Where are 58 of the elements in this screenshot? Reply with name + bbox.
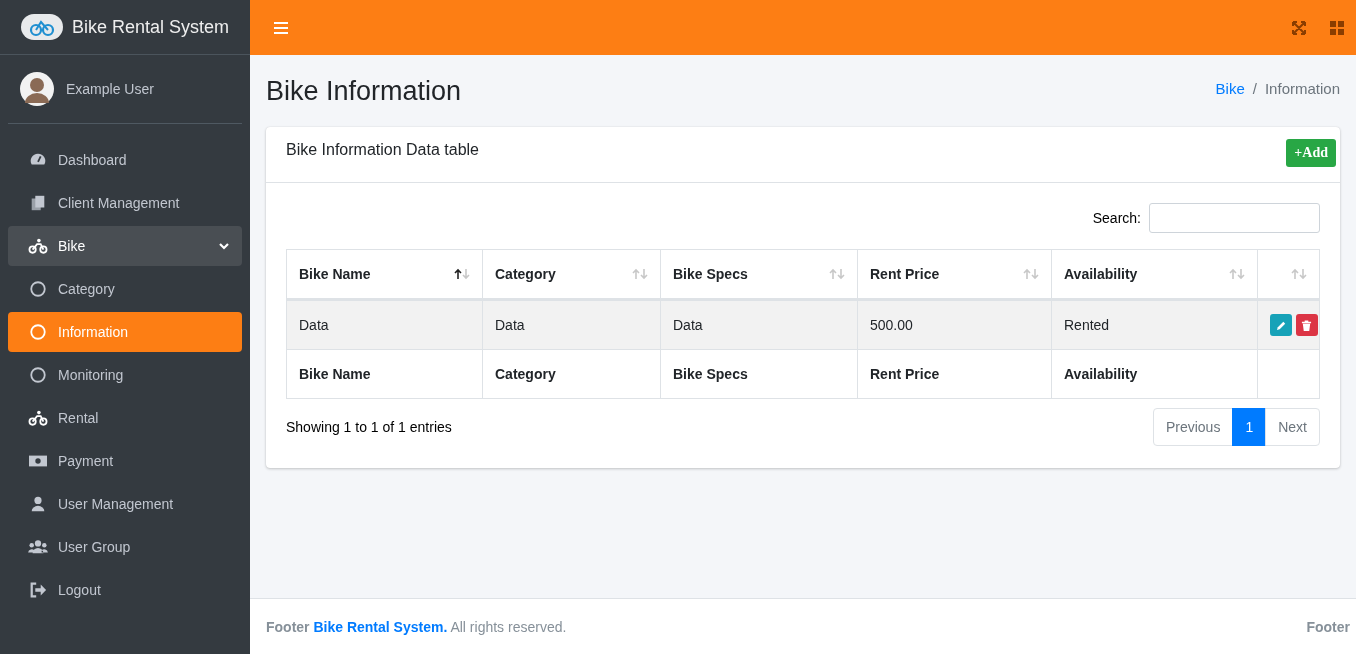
pencil-icon — [1275, 319, 1287, 331]
column-footer: Rent Price — [857, 349, 1052, 399]
search-label: Search: — [1092, 210, 1141, 226]
column-header-label: Category — [495, 266, 556, 282]
sidebar-item[interactable]: Monitoring — [8, 355, 242, 395]
sidebar-item[interactable]: Client Management — [8, 183, 242, 223]
column-footer: Bike Name — [286, 349, 483, 399]
circle-icon — [28, 280, 48, 298]
bicycle-icon — [28, 409, 48, 427]
sidebar-item[interactable]: Rental — [8, 398, 242, 438]
sidebar-item[interactable]: Dashboard — [8, 140, 242, 180]
search-field[interactable] — [1149, 203, 1320, 233]
bicycle-icon — [28, 237, 48, 255]
page-title: Bike Information — [266, 75, 462, 107]
card-title: Bike Information Data table — [286, 141, 479, 159]
trash-icon — [1301, 319, 1313, 331]
breadcrumb-separator: / — [1252, 79, 1257, 97]
page-button[interactable]: Next — [1265, 408, 1320, 446]
page-button[interactable]: Previous — [1152, 408, 1234, 446]
column-footer: Category — [482, 349, 661, 399]
column-header-label: Rent Price — [870, 266, 940, 282]
column-footer: Availability — [1051, 349, 1258, 399]
table-cell: Data — [482, 299, 661, 350]
sidebar-item[interactable]: Bike — [8, 226, 242, 266]
user-name[interactable]: Example User — [66, 81, 154, 97]
chevron-icon — [218, 240, 230, 252]
table-cell: Data — [660, 299, 858, 350]
avatar-icon — [20, 72, 54, 106]
circle-icon — [28, 323, 48, 341]
circle-icon — [28, 366, 48, 384]
breadcrumb-current: Information — [1264, 79, 1340, 97]
table-cell: 500.00 — [857, 299, 1052, 350]
column-header-label: Availability — [1064, 266, 1138, 282]
column-header-label: Bike Specs — [673, 266, 748, 282]
column-header-label: Bike Name — [299, 266, 371, 282]
page-button[interactable]: 1 — [1232, 408, 1267, 446]
breadcrumb-link[interactable]: Bike — [1215, 79, 1245, 97]
expand-icon[interactable] — [1292, 20, 1306, 35]
sidebar-item[interactable]: Payment — [8, 441, 242, 481]
grid-icon[interactable] — [1330, 20, 1344, 35]
bicycle-logo-icon — [20, 13, 64, 41]
sidebar-item[interactable]: User Management — [8, 484, 242, 524]
footer-text: Footer Bike Rental System. All rights reserved. — [266, 618, 567, 635]
sidebar-item[interactable]: Category — [8, 269, 242, 309]
users-icon — [28, 538, 48, 556]
menu-icon[interactable] — [274, 21, 288, 34]
brand-title[interactable]: Bike Rental System — [72, 16, 230, 38]
column-footer: Bike Specs — [660, 349, 858, 399]
footer-label: Footer — [1306, 618, 1350, 635]
edit-button[interactable] — [1270, 314, 1292, 336]
table-cell: Data — [286, 299, 483, 350]
entries-info: Showing 1 to 1 of 1 entries — [286, 419, 452, 435]
logout-icon — [28, 581, 48, 599]
footer-link[interactable]: Bike Rental System. — [313, 618, 448, 635]
table-cell: Rented — [1051, 299, 1258, 350]
delete-button[interactable] — [1295, 314, 1318, 336]
sidebar-item[interactable]: User Group — [8, 527, 242, 567]
sidebar-item[interactable]: Logout — [8, 570, 242, 610]
